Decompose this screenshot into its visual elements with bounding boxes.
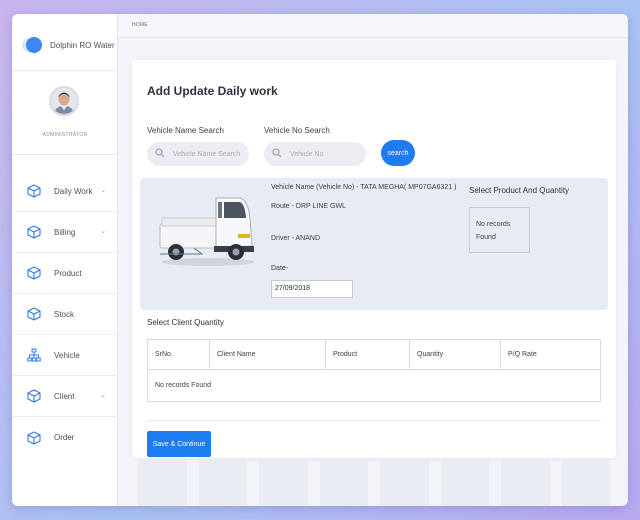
column-header-product: Product [325, 339, 410, 370]
vehicle-no-label: Vehicle No Search [264, 126, 330, 135]
cube-icon [26, 430, 42, 446]
product-quantity-title: Select Product And Quantity [469, 186, 570, 195]
cube-icon [26, 183, 42, 199]
client-quantity-title: Select Client Quantity [147, 318, 224, 327]
sidebar-nav: Daily Work ⌄ Billing ⌄ Product Stock Veh… [12, 171, 118, 458]
sidebar-item-label: Client [54, 391, 75, 401]
column-header-client-name: Client Name [209, 339, 326, 370]
driver-text: Driver - ANAND [271, 235, 321, 242]
sitemap-icon [26, 347, 42, 363]
chevron-down-icon: ⌄ [100, 228, 106, 235]
truck-image [159, 197, 254, 266]
sidebar-item-order[interactable]: Order [12, 417, 118, 458]
save-continue-button[interactable]: Save & Continue [147, 431, 211, 457]
date-label: Date- [271, 265, 289, 272]
search-icon [272, 145, 282, 163]
column-header-quantity: Quantity [409, 339, 501, 370]
product-quantity-box: No records Found [469, 207, 530, 253]
sidebar-item-daily-work[interactable]: Daily Work ⌄ [12, 171, 118, 212]
vehicle-no-placeholder: Vehicle No [290, 150, 324, 158]
cube-icon [26, 265, 42, 281]
brand-name: Dolphin RO Water [50, 40, 115, 50]
cube-icon [26, 224, 42, 240]
brand: Dolphin RO Water [22, 36, 115, 54]
product-empty-line2: Found [476, 234, 496, 241]
cube-icon [26, 388, 42, 404]
table-row: No records Found [147, 369, 601, 402]
divider [147, 420, 601, 421]
sidebar-toggle[interactable] [22, 37, 42, 53]
sidebar-item-client[interactable]: Client ⌄ [12, 376, 118, 417]
search-button[interactable]: search [381, 140, 415, 166]
empty-state-text: No records Found [147, 369, 601, 402]
table-header-row: SrNo. Client Name Product Quantity P/Q R… [147, 339, 601, 370]
vehicle-details-panel: Vehicle Name (Vehicle No) - TATA MEGHA( … [140, 178, 608, 310]
topbar: HOME [118, 14, 628, 38]
sidebar-item-stock[interactable]: Stock [12, 294, 118, 335]
vehicle-name-text: Vehicle Name (Vehicle No) - TATA MEGHA( … [271, 184, 457, 191]
sidebar-item-billing[interactable]: Billing ⌄ [12, 212, 118, 253]
cube-icon [26, 306, 42, 322]
app-window: Dolphin RO Water ADMINISTRATOR Daily Wor… [12, 14, 628, 506]
client-table: SrNo. Client Name Product Quantity P/Q R… [147, 339, 601, 402]
sidebar-item-label: Order [54, 433, 75, 442]
divider [12, 154, 118, 155]
avatar[interactable] [49, 86, 79, 116]
column-header-srno: SrNo. [147, 339, 210, 370]
sidebar-item-label: Daily Work [54, 186, 93, 196]
background-stripes [132, 458, 616, 506]
sidebar-item-label: Billing [54, 227, 76, 237]
search-icon [155, 145, 165, 163]
product-empty-line1: No records [476, 221, 511, 228]
vehicle-no-search-input[interactable]: Vehicle No [264, 142, 366, 166]
route-text: Route - DRP LINE GWL [271, 203, 346, 210]
toggle-knob [26, 37, 42, 53]
chevron-down-icon: ⌄ [100, 187, 106, 194]
sidebar-item-label: Stock [54, 309, 75, 319]
vehicle-name-label: Vehicle Name Search [147, 126, 224, 135]
sidebar-item-vehicle[interactable]: Vehicle [12, 335, 118, 376]
sidebar: Dolphin RO Water ADMINISTRATOR Daily Wor… [12, 14, 118, 506]
breadcrumb-home[interactable]: HOME [132, 22, 148, 28]
vehicle-name-placeholder: Vehicle Name Search [173, 150, 241, 158]
column-header-pq-rate: P/Q Rate [500, 339, 601, 370]
page-title: Add Update Daily work [147, 84, 278, 98]
sidebar-item-product[interactable]: Product [12, 253, 118, 294]
sidebar-item-label: Vehicle [54, 350, 80, 360]
date-input[interactable]: 27/09/2018 [271, 280, 353, 298]
daily-work-card: Add Update Daily work Vehicle Name Searc… [132, 60, 616, 458]
divider [12, 70, 118, 71]
sidebar-item-label: Product [54, 268, 82, 278]
vehicle-name-search-input[interactable]: Vehicle Name Search [147, 142, 249, 166]
chevron-down-icon: ⌄ [100, 392, 106, 399]
user-role: ADMINISTRATOR [42, 132, 88, 138]
